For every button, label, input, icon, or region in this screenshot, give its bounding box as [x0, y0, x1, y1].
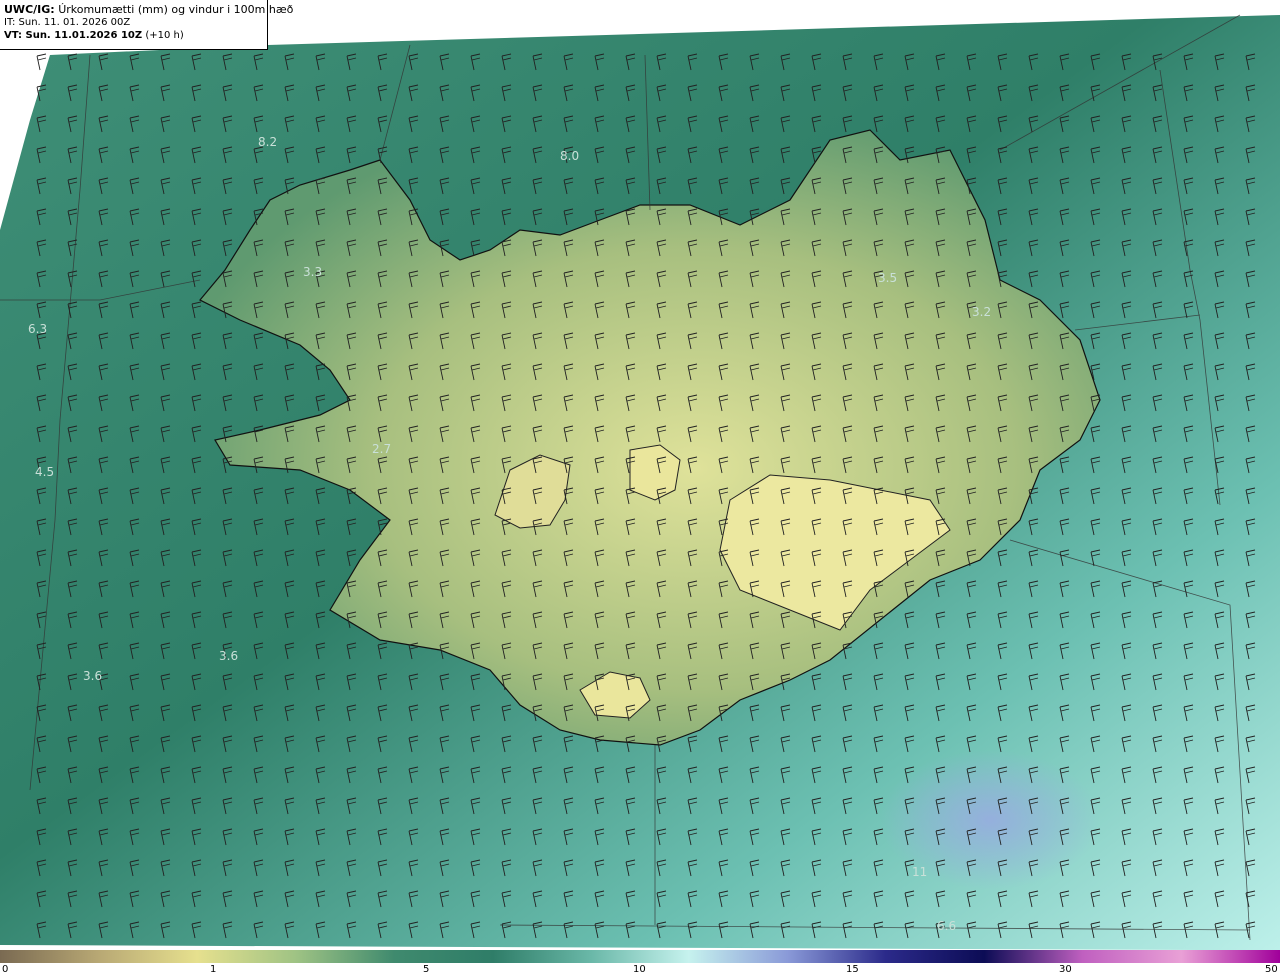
map-title-box: UWC/IG: Úrkomumætti (mm) og vindur i 100… — [0, 0, 293, 50]
valid-time-row: VT: Sun. 11.01.2026 10Z (+10 h) — [4, 29, 263, 42]
valid-time: VT: Sun. 11.01.2026 10Z — [4, 30, 143, 41]
map-value-label: 8.0 — [560, 149, 579, 163]
colorbar-tick: 10 — [633, 964, 646, 975]
map-value-label: 6.3 — [28, 322, 47, 336]
colorbar: 0 1 5 10 15 30 50 — [0, 950, 1280, 978]
forecast-map: 8.2 8.0 3.3 6.3 4.5 2.7 3.5 3.2 3.6 3.6 6.6 11 — [0, 0, 1280, 950]
title-row: UWC/IG: Úrkomumætti (mm) og vindur i 100… — [4, 3, 293, 16]
map-value-label: 3.6 — [83, 669, 102, 683]
map-value-label: 6.6 — [937, 919, 956, 933]
map-value-label: 8.2 — [258, 135, 277, 149]
map-value-label: 11 — [912, 865, 927, 879]
colorbar-tick: 15 — [846, 964, 859, 975]
colorbar-tick: 0 — [2, 964, 9, 975]
init-time: IT: Sun. 11. 01. 2026 00Z — [4, 17, 131, 28]
colorbar-labels: 0 1 5 10 15 30 50 — [0, 964, 1280, 978]
map-value-label: 3.3 — [303, 265, 322, 279]
map-value-label: 4.5 — [35, 465, 54, 479]
model-label: UWC/IG: — [4, 3, 55, 16]
colorbar-tick: 5 — [423, 964, 430, 975]
map-value-label: 3.2 — [972, 305, 991, 319]
valid-offset: (+10 h) — [145, 30, 184, 41]
colorbar-tick: 1 — [210, 964, 217, 975]
colorbar-tick: 50 — [1265, 964, 1278, 975]
map-value-label: 2.7 — [372, 442, 391, 456]
map-value-label: 3.5 — [878, 271, 897, 285]
colorbar-tick: 30 — [1059, 964, 1072, 975]
map-value-label: 3.6 — [219, 649, 238, 663]
colorbar-strip — [0, 950, 1280, 963]
map-description: Úrkomumætti (mm) og vindur i 100m hæð — [58, 3, 294, 16]
